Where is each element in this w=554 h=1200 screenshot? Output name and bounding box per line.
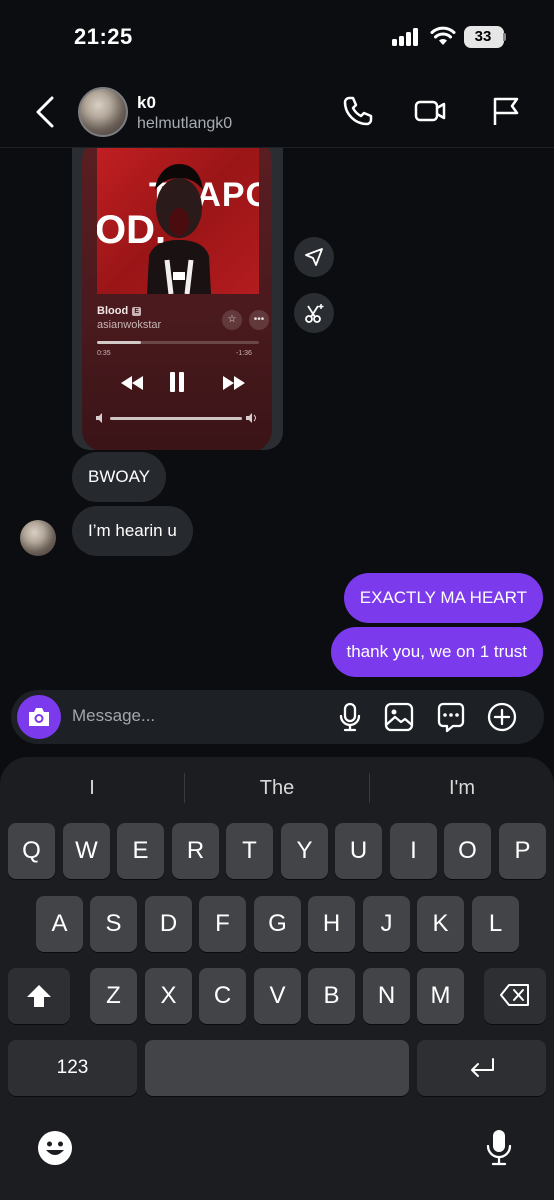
- key-h[interactable]: H: [308, 896, 355, 952]
- cellular-signal-icon: [392, 28, 422, 46]
- microphone-icon[interactable]: [334, 701, 366, 733]
- key-t[interactable]: T: [226, 823, 273, 879]
- key-n[interactable]: N: [363, 968, 410, 1024]
- song-progress-fill: [97, 341, 141, 344]
- rewind-icon: [121, 376, 143, 390]
- message-bubble-outgoing[interactable]: EXACTLY MA HEART: [343, 573, 543, 623]
- battery-level: 33: [474, 28, 492, 45]
- camera-button[interactable]: [17, 695, 61, 739]
- suggestion-2[interactable]: The: [185, 777, 369, 800]
- album-cover: TRAPG OD.: [97, 148, 259, 294]
- key-p[interactable]: P: [499, 823, 546, 879]
- back-chevron-icon[interactable]: [28, 92, 64, 132]
- key-u[interactable]: U: [335, 823, 382, 879]
- key-l[interactable]: L: [472, 896, 519, 952]
- song-progress-bar: [97, 341, 259, 344]
- return-key[interactable]: [417, 1040, 546, 1096]
- message-bubble-incoming[interactable]: I’m hearin u: [72, 506, 193, 556]
- favorite-star-icon: ☆: [222, 310, 242, 330]
- key-b[interactable]: B: [308, 968, 355, 1024]
- music-player: TRAPG OD. BloodE asianwokstar ☆ ••• 0:35…: [82, 148, 272, 450]
- key-j[interactable]: J: [363, 896, 410, 952]
- pause-icon: [170, 372, 184, 392]
- message-composer: Message...: [11, 690, 544, 744]
- backspace-icon: [500, 984, 529, 1006]
- share-button[interactable]: [294, 237, 334, 277]
- contact-name[interactable]: k0: [137, 93, 156, 113]
- battery-tip: [503, 33, 506, 41]
- video-call-icon[interactable]: [413, 94, 447, 128]
- suggestion-3[interactable]: I'm: [370, 777, 554, 800]
- key-s[interactable]: S: [90, 896, 137, 952]
- key-o[interactable]: O: [444, 823, 491, 879]
- chat-header: k0 helmutlangk0: [0, 74, 554, 148]
- contact-handle[interactable]: helmutlangk0: [137, 115, 232, 133]
- status-time: 21:25: [74, 24, 133, 49]
- send-arrow-icon: [305, 248, 323, 266]
- battery-icon: 33: [464, 26, 504, 48]
- delete-key[interactable]: [484, 968, 546, 1024]
- song-artist: asianwokstar: [97, 319, 162, 331]
- status-bar: 21:25 33: [0, 0, 554, 74]
- dictation-microphone-icon[interactable]: [485, 1129, 513, 1167]
- key-e[interactable]: E: [117, 823, 164, 879]
- key-w[interactable]: W: [63, 823, 110, 879]
- scissors-sparkle-icon: [305, 304, 324, 323]
- sender-avatar[interactable]: [20, 520, 56, 556]
- key-i[interactable]: I: [390, 823, 437, 879]
- numbers-key[interactable]: 123: [8, 1040, 137, 1096]
- shift-arrow-icon: [27, 985, 51, 1007]
- message-input[interactable]: Message...: [72, 706, 155, 726]
- time-elapsed: 0:35: [97, 350, 111, 357]
- camera-icon: [29, 708, 49, 726]
- shift-key[interactable]: [8, 968, 70, 1024]
- more-options-icon: •••: [249, 310, 269, 330]
- keyboard: I The I'm Q W E R T Y U I O P A S D F G …: [0, 757, 554, 1200]
- wifi-icon: [430, 26, 456, 45]
- key-g[interactable]: G: [254, 896, 301, 952]
- volume-high-icon: [246, 413, 256, 423]
- volume-low-icon: [96, 413, 102, 423]
- key-d[interactable]: D: [145, 896, 192, 952]
- key-r[interactable]: R: [172, 823, 219, 879]
- sticker-chat-icon[interactable]: [435, 701, 467, 733]
- volume-slider: [110, 417, 242, 420]
- album-cover-figure: [147, 164, 211, 294]
- time-remaining: -1:36: [236, 350, 252, 357]
- key-x[interactable]: X: [145, 968, 192, 1024]
- key-a[interactable]: A: [36, 896, 83, 952]
- song-title: Blood E: [97, 305, 142, 317]
- gallery-image-icon[interactable]: [383, 701, 415, 733]
- message-bubble-outgoing[interactable]: thank you, we on 1 trust: [330, 627, 543, 677]
- key-q[interactable]: Q: [8, 823, 55, 879]
- remix-button[interactable]: [294, 293, 334, 333]
- shared-music-screenshot[interactable]: TRAPG OD. BloodE asianwokstar ☆ ••• 0:35…: [72, 148, 283, 450]
- song-title-text: Blood: [97, 305, 129, 317]
- return-arrow-icon: [470, 1058, 494, 1077]
- key-c[interactable]: C: [199, 968, 246, 1024]
- emoji-icon[interactable]: [37, 1130, 73, 1166]
- key-y[interactable]: Y: [281, 823, 328, 879]
- suggestion-1[interactable]: I: [0, 777, 184, 800]
- space-key[interactable]: [145, 1040, 409, 1096]
- key-z[interactable]: Z: [90, 968, 137, 1024]
- key-m[interactable]: M: [417, 968, 464, 1024]
- contact-avatar[interactable]: [78, 87, 128, 137]
- report-flag-icon[interactable]: [489, 94, 523, 128]
- key-f[interactable]: F: [199, 896, 246, 952]
- explicit-badge: E: [132, 307, 142, 316]
- phone-call-icon[interactable]: [341, 94, 375, 128]
- fast-forward-icon: [223, 376, 245, 390]
- key-v[interactable]: V: [254, 968, 301, 1024]
- key-k[interactable]: K: [417, 896, 464, 952]
- add-plus-icon[interactable]: [486, 701, 518, 733]
- message-bubble-incoming[interactable]: BWOAY: [72, 452, 167, 502]
